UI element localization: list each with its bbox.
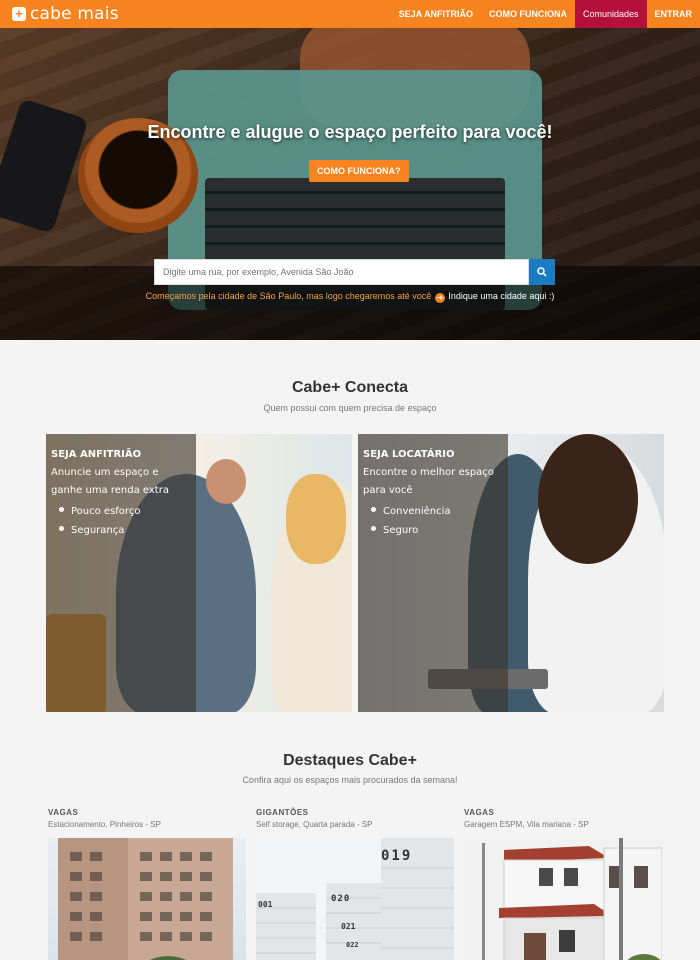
- renter-benefit-item: Seguro: [371, 521, 503, 540]
- renter-photo-woman-hair: [538, 434, 638, 564]
- how-it-works-button[interactable]: COMO FUNCIONA?: [309, 160, 409, 182]
- highlight-card[interactable]: GIGANTÕES Self storage, Quarta parada - …: [256, 808, 454, 960]
- nav-como-funciona[interactable]: COMO FUNCIONA: [481, 0, 575, 28]
- unit-number-020: 020: [331, 894, 351, 904]
- search-button[interactable]: [529, 259, 555, 285]
- renter-card-benefits: Conveniência Seguro: [363, 502, 503, 540]
- highlight-image-garage: [464, 838, 662, 960]
- host-benefit-label: Segurança: [71, 525, 125, 536]
- arrow-right-circle-icon: ➜: [434, 293, 445, 303]
- unit-number-021: 021: [341, 922, 356, 931]
- host-card[interactable]: SEJA ANFITRIÃO Anuncie um espaço e ganhe…: [46, 434, 352, 712]
- host-photo-woman-hair: [286, 474, 346, 564]
- bullet-icon: [371, 507, 376, 512]
- highlight-card[interactable]: VAGAS Estacionamento, Pinheiros - SP: [48, 808, 246, 960]
- host-card-text: SEJA ANFITRIÃO Anuncie um espaço e ganhe…: [51, 449, 191, 540]
- suggest-city-link[interactable]: Indique uma cidade aqui :): [448, 291, 554, 301]
- renter-card-text: SEJA LOCATÁRIO Encontre o melhor espaço …: [363, 449, 503, 540]
- nav-entrar[interactable]: ENTRAR: [647, 0, 700, 28]
- highlight-category: GIGANTÕES: [256, 808, 309, 817]
- highlight-location: Garagem ESPM, Vila mariana - SP: [464, 820, 589, 829]
- host-card-description: Anuncie um espaço e ganhe uma renda extr…: [51, 467, 169, 496]
- highlight-location: Self storage, Quarta parada - SP: [256, 820, 373, 829]
- renter-card-heading: SEJA LOCATÁRIO: [363, 449, 455, 460]
- bullet-icon: [59, 507, 64, 512]
- host-benefit-label: Pouco esforço: [71, 506, 141, 517]
- unit-number-001: 001: [258, 900, 273, 909]
- nav-links: SEJA ANFITRIÃO COMO FUNCIONA Comunidades…: [391, 0, 700, 28]
- unit-number-019: 019: [381, 848, 413, 864]
- hero-title: Encontre e alugue o espaço perfeito para…: [147, 122, 553, 142]
- conecta-subtitle: Quem possui com quem precisa de espaço: [263, 403, 437, 413]
- top-navbar: + cabe mais SEJA ANFITRIÃO COMO FUNCIONA…: [0, 0, 700, 28]
- search-icon: [537, 267, 547, 277]
- renter-benefit-item: Conveniência: [371, 502, 503, 521]
- logo-text: cabe mais: [30, 4, 119, 24]
- highlight-category: VAGAS: [464, 808, 495, 817]
- renter-benefit-label: Conveniência: [383, 506, 451, 517]
- destaques-title: Destaques Cabe+: [283, 752, 417, 769]
- renter-card-description: Encontre o melhor espaço para você: [363, 467, 494, 496]
- nav-seja-anfitriao[interactable]: SEJA ANFITRIÃO: [391, 0, 481, 28]
- renter-card[interactable]: SEJA LOCATÁRIO Encontre o melhor espaço …: [358, 434, 664, 712]
- bullet-icon: [371, 526, 376, 531]
- nav-comunidades[interactable]: Comunidades: [574, 0, 647, 28]
- address-search-input[interactable]: [154, 259, 529, 285]
- highlight-image-storage: 019 020 021 001 022: [256, 838, 454, 960]
- host-photo-man-head: [206, 459, 246, 504]
- highlight-card[interactable]: VAGAS Garagem ESPM, Vila mariana - SP: [464, 808, 662, 960]
- host-benefit-item: Pouco esforço: [59, 502, 191, 521]
- logo-plus-icon: +: [12, 7, 26, 21]
- city-notice: Começamos pela cidade de São Paulo, mas …: [0, 291, 700, 303]
- host-benefit-item: Segurança: [59, 521, 191, 540]
- garage-illustration: [464, 838, 662, 960]
- highlight-location: Estacionamento, Pinheiros - SP: [48, 820, 161, 829]
- city-notice-text: Começamos pela cidade de São Paulo, mas …: [145, 291, 432, 301]
- conecta-title: Cabe+ Conecta: [291, 379, 409, 396]
- destaques-subtitle: Confira aqui os espaços mais procurados …: [242, 775, 458, 785]
- unit-number-022: 022: [346, 941, 359, 949]
- building-illustration: [58, 838, 233, 960]
- cabe-mais-logo[interactable]: + cabe mais: [12, 4, 119, 24]
- host-card-heading: SEJA ANFITRIÃO: [51, 449, 142, 460]
- host-card-benefits: Pouco esforço Segurança: [51, 502, 191, 540]
- highlight-category: VAGAS: [48, 808, 79, 817]
- bullet-icon: [59, 526, 64, 531]
- highlight-image-building: [48, 838, 246, 960]
- renter-benefit-label: Seguro: [383, 525, 419, 536]
